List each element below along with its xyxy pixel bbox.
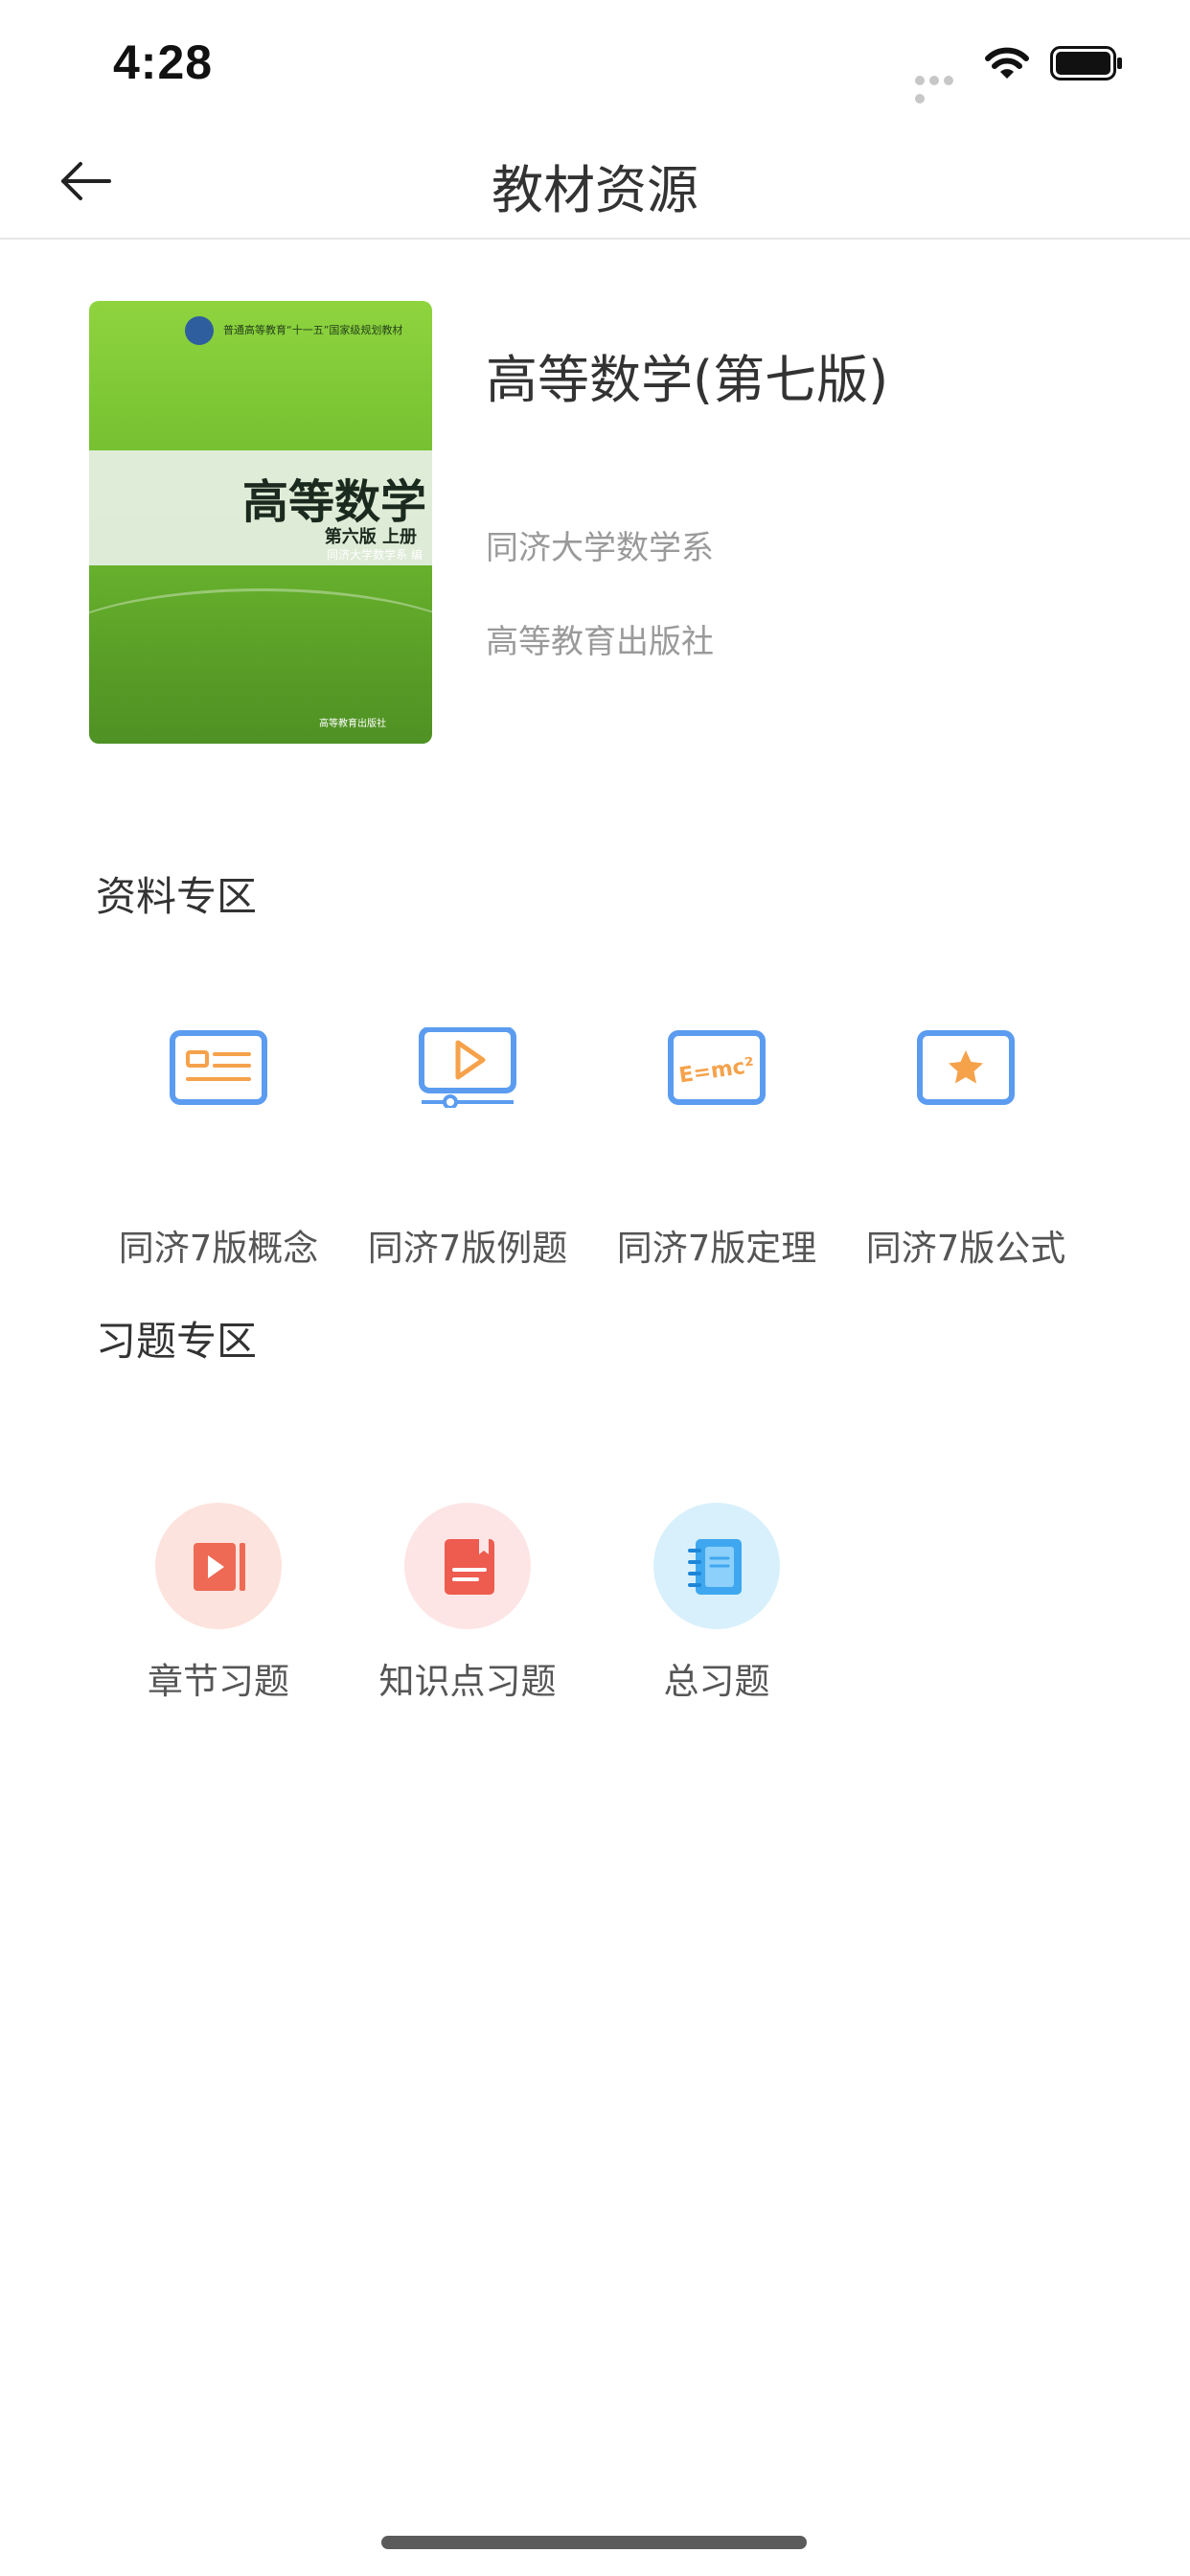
exercises-item-label: 章节习题 bbox=[148, 1661, 289, 1702]
battery-icon bbox=[1050, 46, 1122, 80]
cover-edition: 第六版 上册 bbox=[324, 527, 417, 547]
cover-author: 同济大学数学系 编 bbox=[327, 548, 423, 562]
signal-icon bbox=[915, 71, 971, 104]
materials-section-title: 资料专区 bbox=[96, 873, 258, 920]
materials-item-concept[interactable]: 同济7版概念 bbox=[94, 1027, 343, 1271]
materials-item-theorems[interactable]: E=mc² 同济7版定理 bbox=[592, 1027, 841, 1271]
materials-item-examples[interactable]: 同济7版例题 bbox=[343, 1027, 592, 1271]
status-bar: 4:28 bbox=[0, 0, 1190, 125]
chapter-video-icon bbox=[194, 1543, 245, 1591]
book-title: 高等数学(第七版) bbox=[486, 350, 889, 410]
exercises-item-knowledge-point[interactable]: 知识点习题 bbox=[343, 1503, 592, 1704]
materials-item-label: 同济7版公式 bbox=[865, 1228, 1066, 1269]
video-play-icon bbox=[419, 1027, 516, 1108]
cover-publisher: 高等教育出版社 bbox=[319, 719, 386, 729]
star-card-icon bbox=[917, 1030, 1015, 1105]
home-indicator[interactable] bbox=[381, 2536, 807, 2549]
page-title: 教材资源 bbox=[492, 160, 698, 220]
exercises-section-title: 习题专区 bbox=[96, 1318, 258, 1365]
materials-item-formulas[interactable]: 同济7版公式 bbox=[841, 1027, 1090, 1271]
notebook-icon bbox=[688, 1539, 742, 1595]
materials-item-label: 同济7版概念 bbox=[118, 1228, 319, 1269]
exercises-item-general[interactable]: 总习题 bbox=[592, 1503, 841, 1704]
exercises-item-chapter[interactable]: 章节习题 bbox=[94, 1503, 343, 1704]
exercises-item-label: 知识点习题 bbox=[378, 1661, 557, 1702]
materials-item-label: 同济7版定理 bbox=[616, 1228, 817, 1269]
materials-item-label: 同济7版例题 bbox=[367, 1228, 568, 1269]
cover-title: 高等数学 bbox=[241, 475, 426, 529]
cover-series-text: 普通高等教育“十一五”国家级规划教材 bbox=[223, 324, 403, 336]
publisher-logo-icon bbox=[185, 316, 214, 345]
formula-icon: E=mc² bbox=[668, 1030, 766, 1105]
book-publisher: 高等教育出版社 bbox=[486, 623, 714, 661]
book-cover-image: 普通高等教育“十一五”国家级规划教材 高等数学 第六版 上册 同济大学数学系 编… bbox=[89, 301, 432, 744]
book-icon bbox=[445, 1539, 494, 1595]
exercises-item-label: 总习题 bbox=[663, 1661, 770, 1702]
wifi-icon bbox=[985, 47, 1029, 79]
book-author: 同济大学数学系 bbox=[486, 529, 714, 567]
nav-bar: 教材资源 bbox=[0, 125, 1190, 240]
status-time: 4:28 bbox=[113, 35, 214, 89]
concept-card-icon bbox=[170, 1030, 267, 1105]
